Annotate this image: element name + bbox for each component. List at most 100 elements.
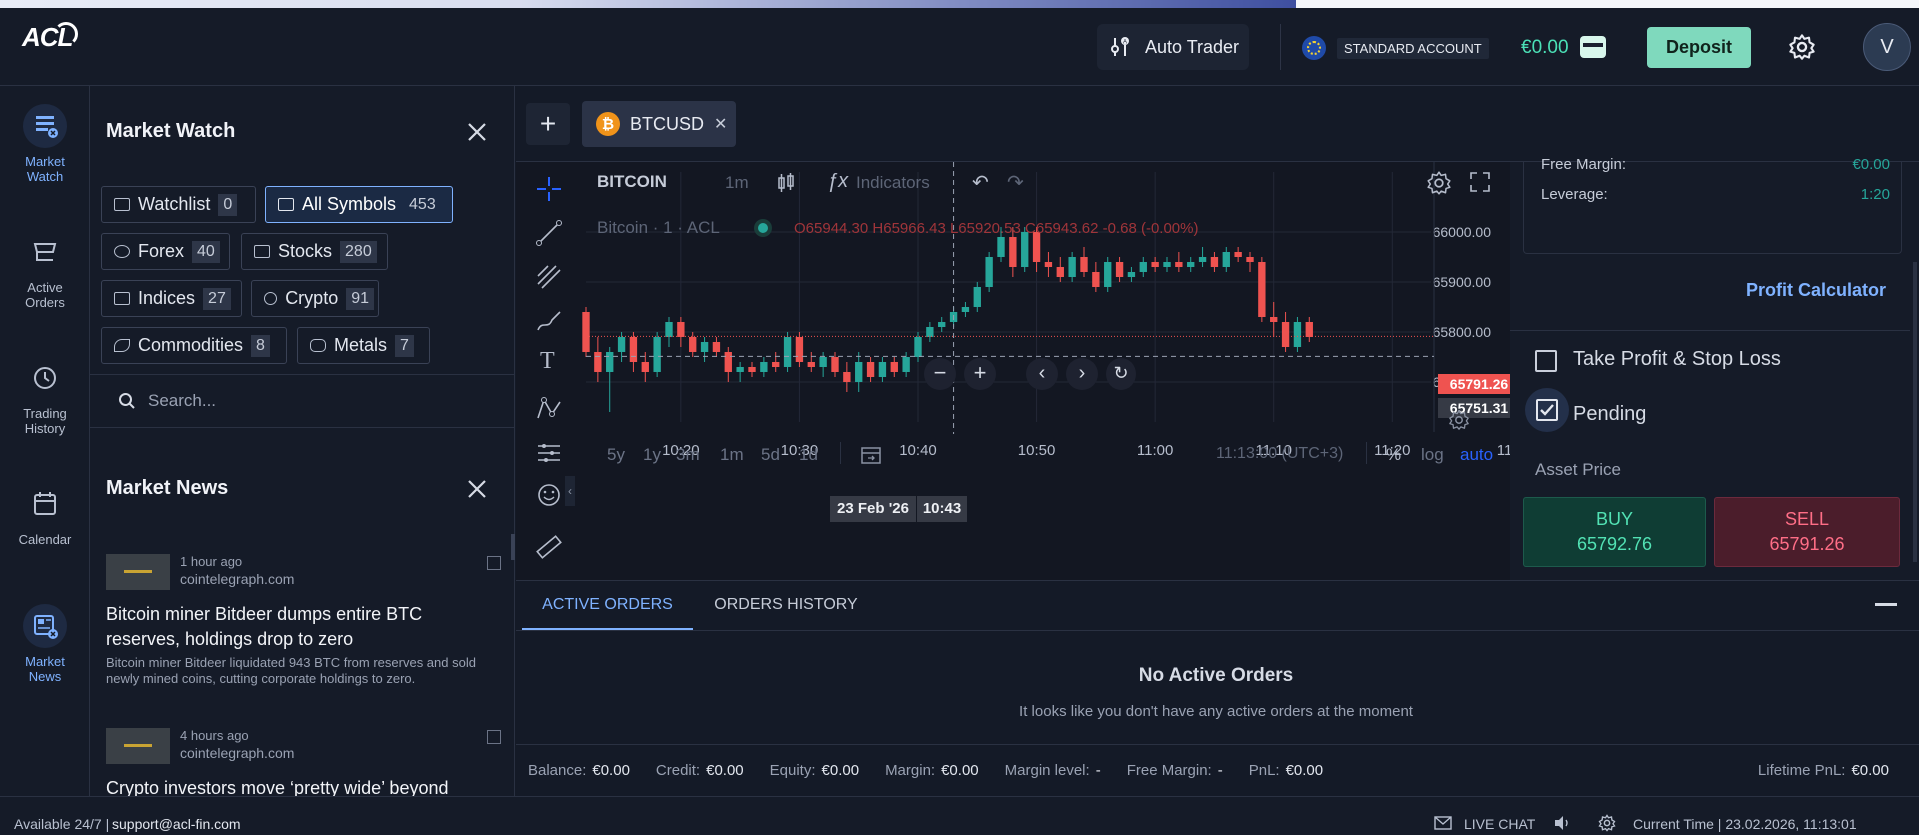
- indicators-fx-icon[interactable]: ƒx: [827, 170, 848, 193]
- panel-scrollbar[interactable]: [1913, 262, 1917, 562]
- collapse-toolbar-icon[interactable]: ‹: [565, 476, 575, 506]
- chip-label: Watchlist: [138, 194, 211, 214]
- zoom-out-button[interactable]: −: [924, 358, 956, 390]
- scale-percent[interactable]: %: [1386, 445, 1401, 465]
- prediction-tool-icon[interactable]: [534, 438, 564, 468]
- chip-all-symbols[interactable]: All Symbols 453: [265, 186, 453, 223]
- fib-tool-icon[interactable]: [534, 262, 564, 292]
- ruler-tool-icon[interactable]: [534, 532, 564, 562]
- minimize-orders-icon[interactable]: [1875, 603, 1897, 606]
- range-5y[interactable]: 5y: [607, 445, 625, 465]
- reset-chart-icon[interactable]: ↻: [1106, 358, 1136, 390]
- fullscreen-icon[interactable]: [1468, 170, 1492, 194]
- footer-settings-icon[interactable]: [1598, 814, 1616, 832]
- nav-market-news[interactable]: Market News: [0, 604, 90, 684]
- sound-icon[interactable]: [1553, 814, 1571, 832]
- user-avatar[interactable]: V: [1863, 23, 1911, 71]
- news-scrollbar[interactable]: [511, 534, 515, 560]
- tab-orders-history[interactable]: ORDERS HISTORY: [701, 581, 871, 630]
- scale-log[interactable]: log: [1421, 445, 1444, 465]
- text-tool-icon[interactable]: T: [540, 348, 555, 375]
- close-tab-icon[interactable]: ✕: [714, 114, 727, 134]
- scroll-right-button[interactable]: ›: [1066, 358, 1098, 390]
- tp-sl-checkbox[interactable]: [1535, 350, 1557, 372]
- scale-auto[interactable]: auto: [1460, 445, 1493, 465]
- status-lifetime-pnl: €0.00: [1851, 762, 1889, 779]
- nav-active-orders[interactable]: Active Orders: [0, 230, 90, 310]
- range-1m[interactable]: 1m: [720, 445, 744, 465]
- live-chat-link[interactable]: LIVE CHAT: [1464, 816, 1535, 832]
- add-symbol-button[interactable]: +: [526, 103, 570, 145]
- candle-body: [582, 312, 590, 352]
- nav-trading-history[interactable]: Trading History: [0, 356, 90, 436]
- emoji-tool-icon[interactable]: [534, 480, 564, 510]
- chip-stocks[interactable]: Stocks 280: [241, 233, 388, 270]
- deposit-button[interactable]: Deposit: [1647, 27, 1751, 68]
- close-market-news-icon[interactable]: [466, 478, 488, 500]
- news-headline[interactable]: Bitcoin miner Bitdeer dumps entire BTC r…: [106, 602, 501, 652]
- brush-tool-icon[interactable]: [534, 306, 564, 336]
- buy-button[interactable]: BUY 65792.76: [1523, 497, 1706, 567]
- news-item[interactable]: 1 hour ago cointelegraph.com Bitcoin min…: [106, 554, 501, 704]
- chip-label: Commodities: [138, 335, 244, 355]
- candle-body: [985, 257, 993, 287]
- axis-settings-icon[interactable]: [1448, 409, 1470, 431]
- date-range-icon[interactable]: [860, 445, 882, 465]
- chip-commodities[interactable]: Commodities 8: [101, 327, 287, 364]
- close-market-watch-icon[interactable]: [466, 121, 488, 143]
- pending-checkbox[interactable]: [1536, 399, 1558, 421]
- scroll-left-button[interactable]: ‹: [1026, 358, 1058, 390]
- symbol-search[interactable]: Search...: [90, 374, 515, 428]
- trend-line-icon[interactable]: [534, 218, 564, 248]
- eu-flag-icon: [1302, 36, 1326, 60]
- candle-type-icon[interactable]: [776, 172, 796, 194]
- chip-indices[interactable]: Indices 27: [101, 280, 242, 317]
- range-5d[interactable]: 5d: [761, 445, 780, 465]
- drawing-toolbar: T ‹: [528, 170, 575, 580]
- time-tick-label: 11:00: [1137, 442, 1173, 459]
- candle-body: [724, 352, 732, 372]
- settings-gear-icon[interactable]: [1788, 33, 1816, 61]
- wallet-icon[interactable]: [1580, 36, 1606, 58]
- pattern-tool-icon[interactable]: [534, 394, 564, 424]
- candle-body: [807, 362, 815, 367]
- zoom-in-button[interactable]: +: [964, 358, 996, 390]
- chart-settings-icon[interactable]: [1426, 170, 1452, 196]
- range-1d[interactable]: 1d: [799, 445, 818, 465]
- news-item[interactable]: 4 hours ago cointelegraph.com Crypto inv…: [106, 728, 501, 796]
- news-source: cointelegraph.com: [180, 571, 295, 587]
- indicators-button[interactable]: Indicators: [856, 173, 930, 193]
- chip-crypto[interactable]: Crypto 91: [251, 280, 379, 317]
- account-type-badge[interactable]: STANDARD ACCOUNT: [1337, 38, 1489, 59]
- chart-overlay: [586, 162, 1434, 434]
- crosshair-tool-icon[interactable]: [534, 174, 564, 204]
- symbol-tab-btcusd[interactable]: ₿ BTCUSD ✕: [582, 101, 736, 147]
- range-1y[interactable]: 1y: [643, 445, 661, 465]
- interval-selector[interactable]: 1m: [725, 173, 749, 193]
- profit-calculator-link[interactable]: Profit Calculator: [1746, 280, 1886, 301]
- news-headline[interactable]: Crypto investors move ‘pretty wide’ beyo…: [106, 776, 501, 796]
- support-email-link[interactable]: support@acl-fin.com: [112, 816, 241, 832]
- chip-forex[interactable]: Forex 40: [101, 233, 230, 270]
- range-3m[interactable]: 3m: [676, 445, 700, 465]
- tab-active-orders[interactable]: ACTIVE ORDERS: [522, 581, 693, 630]
- external-link-icon[interactable]: [487, 556, 501, 570]
- auto-trader-button[interactable]: A Auto Trader: [1097, 24, 1249, 70]
- redo-icon[interactable]: ↷: [1007, 170, 1024, 195]
- nav-market-watch[interactable]: Market Watch: [0, 104, 90, 184]
- list-icon: [278, 198, 294, 211]
- candle-body: [1270, 317, 1278, 322]
- crosshair-date-label: 23 Feb '26: [830, 496, 916, 522]
- search-input[interactable]: Search...: [148, 391, 216, 411]
- nav-calendar[interactable]: Calendar: [0, 482, 90, 547]
- bag-icon: [254, 245, 270, 258]
- undo-icon[interactable]: ↶: [972, 170, 989, 195]
- chip-metals[interactable]: Metals 7: [297, 327, 430, 364]
- chart-grid: 66000.0065900.0065800.0065700.0010:2010:…: [586, 162, 1520, 459]
- candle-body: [938, 322, 946, 327]
- external-link-icon[interactable]: [487, 730, 501, 744]
- chart-clock: 11:13:00 (UTC+3): [1216, 445, 1344, 462]
- chip-watchlist[interactable]: Watchlist 0: [101, 186, 256, 223]
- chart-container[interactable]: 66000.0065900.0065800.0065700.0010:2010:…: [516, 162, 1520, 580]
- sell-button[interactable]: SELL 65791.26: [1714, 497, 1900, 567]
